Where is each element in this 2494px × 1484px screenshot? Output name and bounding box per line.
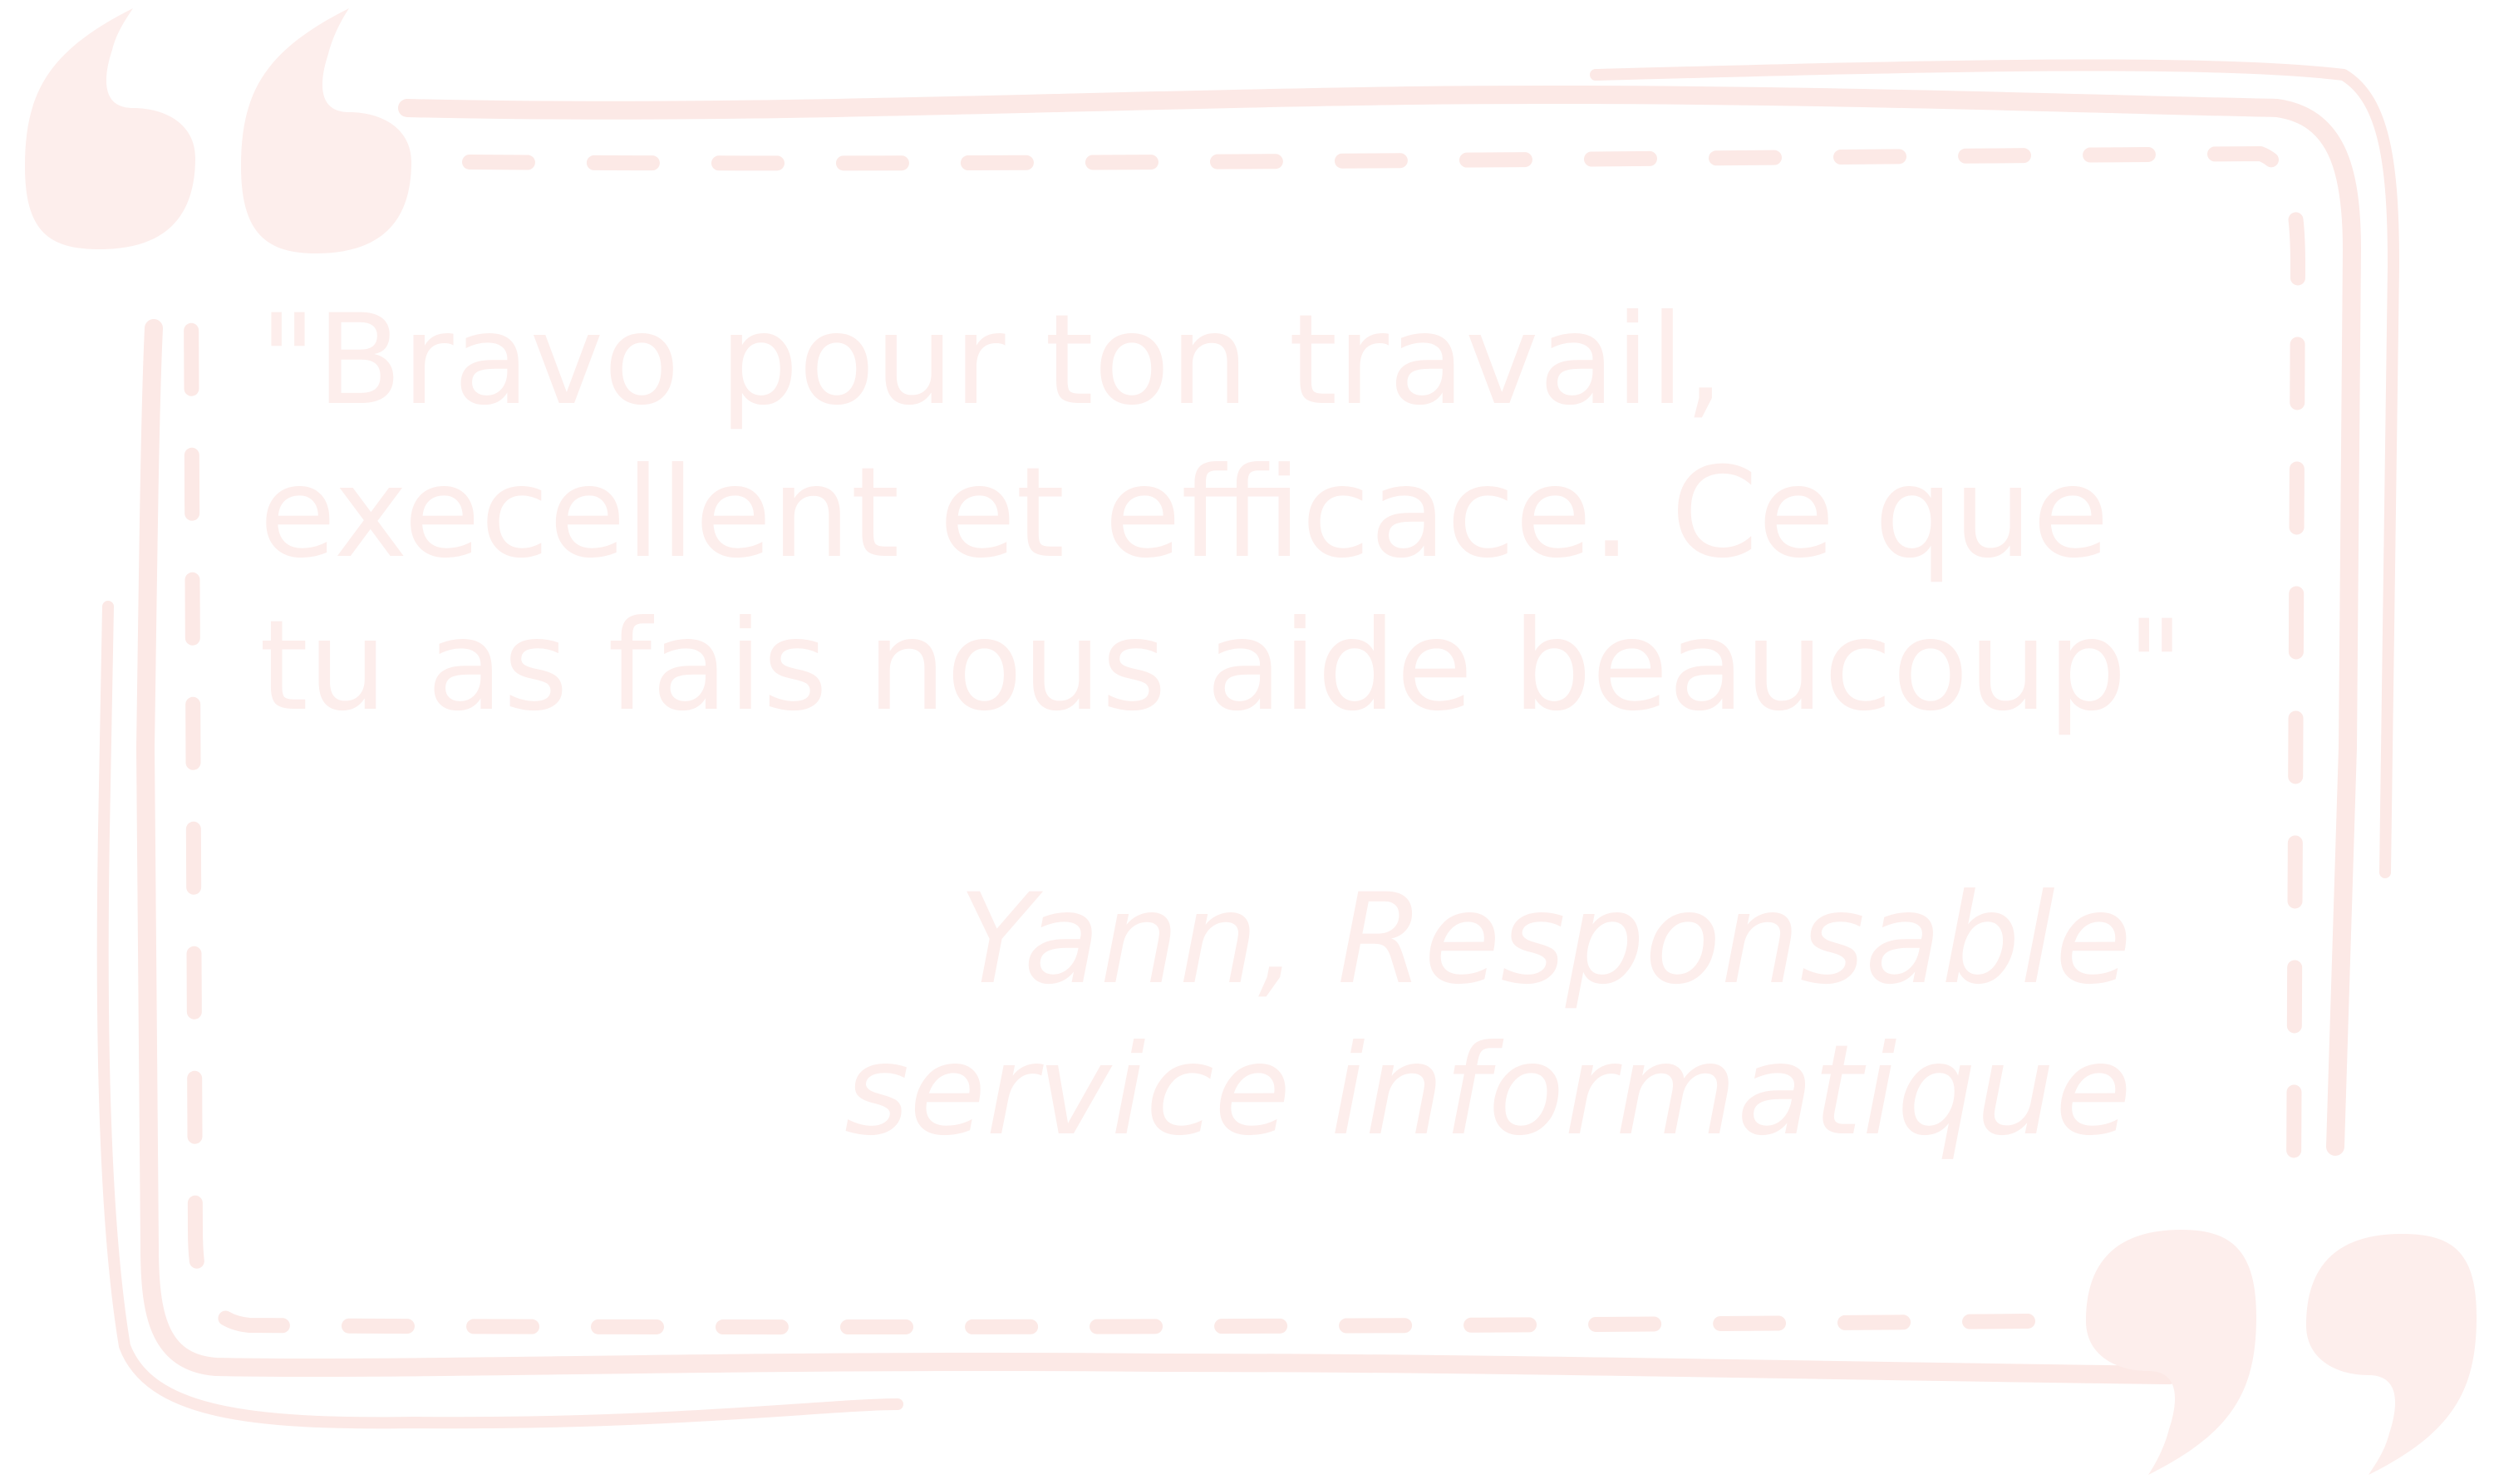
testimonial-card: "Bravo pour ton travail, execellent et e…	[0, 0, 2494, 1484]
open-quote-icon	[25, 8, 411, 253]
outer-border-2	[96, 59, 2399, 1429]
close-quote-icon	[2086, 1230, 2477, 1475]
testimonial-quote: "Bravo pour ton travail, execellent et e…	[259, 284, 2184, 743]
author-name-role: Yann, Responsable	[958, 867, 2132, 1012]
testimonial-author: Yann, Responsable service informatique	[844, 864, 2132, 1167]
quote-line: tu as fais nous aide beaucoup"	[259, 594, 2185, 739]
quote-line: "Bravo pour ton travail,	[259, 288, 1724, 433]
author-department: service informatique	[844, 1019, 2132, 1163]
quote-line: execellent et efficace. Ce que	[259, 441, 2109, 586]
